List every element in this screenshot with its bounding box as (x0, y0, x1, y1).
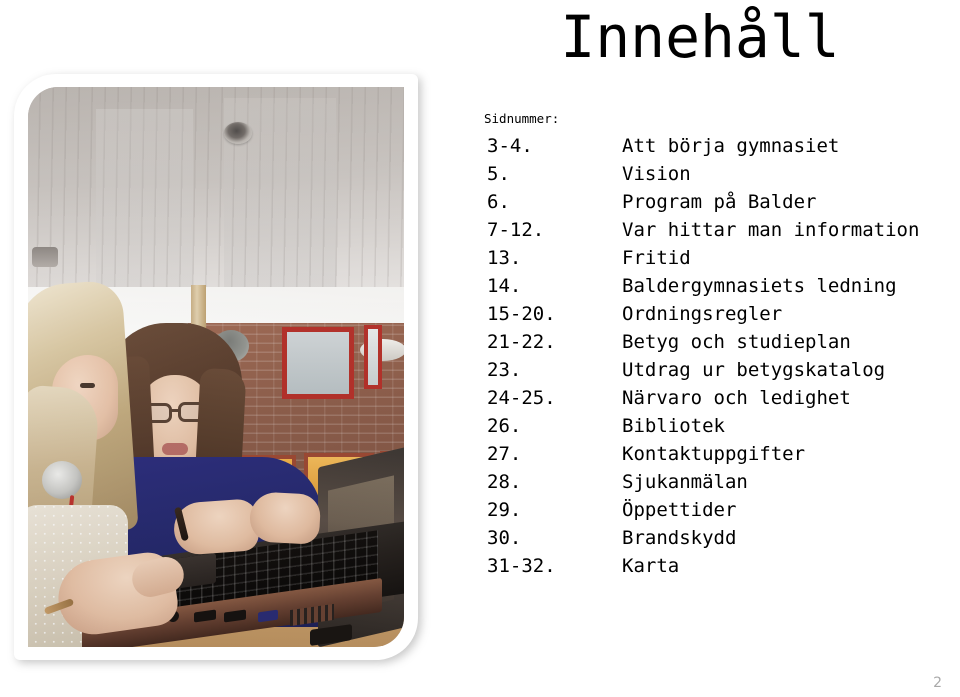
toc-entry: 23. Utdrag ur betygskatalog (460, 356, 960, 384)
photo-student-brunette-mouth (162, 443, 188, 455)
toc-entry-pages: 3-4. (487, 135, 533, 157)
toc-entry: 28. Sjukanmälan (460, 468, 960, 496)
toc-entry: 6. Program på Balder (460, 188, 960, 216)
toc-entry-label: Utdrag ur betygskatalog (622, 359, 886, 381)
toc-entry-label: Ordningsregler (622, 303, 783, 325)
toc-entry: 29. Öppettider (460, 496, 960, 524)
toc-entry-label: Bibliotek (622, 415, 725, 437)
toc-entry-label: Baldergymnasiets ledning (622, 275, 897, 297)
toc-entry: 31-32. Karta (460, 552, 960, 580)
toc-entry-pages: 24-25. (487, 387, 556, 409)
page-title: Innehåll (560, 3, 840, 71)
toc-caption: Sidnummer: (484, 111, 560, 126)
toc-entry-label: Öppettider (622, 499, 737, 521)
toc-entry-pages: 29. (487, 499, 522, 521)
toc-entry-label: Närvaro och ledighet (622, 387, 851, 409)
toc-entry: 3-4. Att börja gymnasiet (460, 132, 960, 160)
photo-frame (14, 74, 418, 660)
toc-entry: 14. Baldergymnasiets ledning (460, 272, 960, 300)
toc-entry: 5. Vision (460, 160, 960, 188)
photo-ceiling-speaker (224, 122, 252, 144)
photo-headphones (42, 461, 82, 499)
toc-entry-pages: 27. (487, 443, 522, 465)
toc-entry-label: Brandskydd (622, 527, 737, 549)
toc-entry-pages: 28. (487, 471, 522, 493)
toc-entry-label: Kontaktuppgifter (622, 443, 806, 465)
toc-entry: 24-25. Närvaro och ledighet (460, 384, 960, 412)
photo-ceiling (28, 87, 404, 293)
toc-entry-pages: 15-20. (487, 303, 556, 325)
toc-entry-pages: 31-32. (487, 555, 556, 577)
toc-entry-label: Att börja gymnasiet (622, 135, 840, 157)
toc-list: 3-4. Att börja gymnasiet 5. Vision 6. Program… (460, 132, 960, 580)
toc-entry-label: Fritid (622, 247, 691, 269)
photo-red-window (282, 327, 354, 399)
photo-student-blonde-eye (80, 383, 95, 388)
toc-entry-label: Betyg och studieplan (622, 331, 851, 353)
toc-entry-pages: 26. (487, 415, 522, 437)
toc-entry-label: Sjukanmälan (622, 471, 748, 493)
toc-entry: 27. Kontaktuppgifter (460, 440, 960, 468)
toc-entry: 7-12. Var hittar man information (460, 216, 960, 244)
toc-entry-pages: 13. (487, 247, 522, 269)
toc-entry: 26. Bibliotek (460, 412, 960, 440)
photo-red-window (364, 325, 382, 389)
students-laptop-photo (28, 87, 404, 647)
toc-entry-label: Var hittar man information (622, 219, 920, 241)
toc-entry-label: Karta (622, 555, 680, 577)
toc-entry-pages: 23. (487, 359, 522, 381)
toc-entry-label: Program på Balder (622, 191, 817, 213)
toc-entry: 21-22. Betyg och studieplan (460, 328, 960, 356)
toc-entry-pages: 21-22. (487, 331, 556, 353)
toc-entry-pages: 14. (487, 275, 522, 297)
toc-entry-label: Vision (622, 163, 691, 185)
toc-entry-pages: 5. (487, 163, 510, 185)
photo-wall-vent (32, 247, 58, 267)
toc-entry-pages: 6. (487, 191, 510, 213)
toc-entry: 13. Fritid (460, 244, 960, 272)
slide-number: 2 (933, 675, 942, 691)
photo-hand-typing (248, 491, 322, 545)
toc-entry: 30. Brandskydd (460, 524, 960, 552)
photo-eyeglasses-bridge (171, 409, 180, 412)
toc-entry-pages: 30. (487, 527, 522, 549)
toc-entry-pages: 7-12. (487, 219, 545, 241)
toc-entry: 15-20. Ordningsregler (460, 300, 960, 328)
